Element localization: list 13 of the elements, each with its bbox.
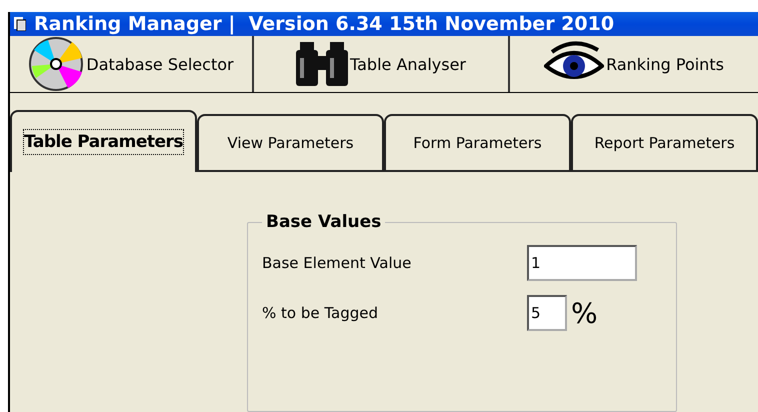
input-field[interactable]: 5 (527, 295, 567, 331)
input-field[interactable]: 1 (527, 245, 637, 281)
window-title: Ranking Manager | Version 6.34 15th November 2010 (34, 13, 614, 35)
group-title: Base Values (265, 212, 382, 232)
tab[interactable]: Report Parameters (571, 114, 758, 172)
tab[interactable]: Table Parameters (10, 110, 197, 172)
binoculars-icon (296, 42, 348, 86)
unit-label: % (571, 296, 598, 330)
window-icon (14, 17, 26, 31)
tab[interactable]: View Parameters (197, 114, 384, 172)
field-label: % to be Tagged (262, 304, 380, 322)
tab[interactable]: Form Parameters (384, 114, 571, 172)
field-label: Base Element Value (262, 254, 412, 272)
